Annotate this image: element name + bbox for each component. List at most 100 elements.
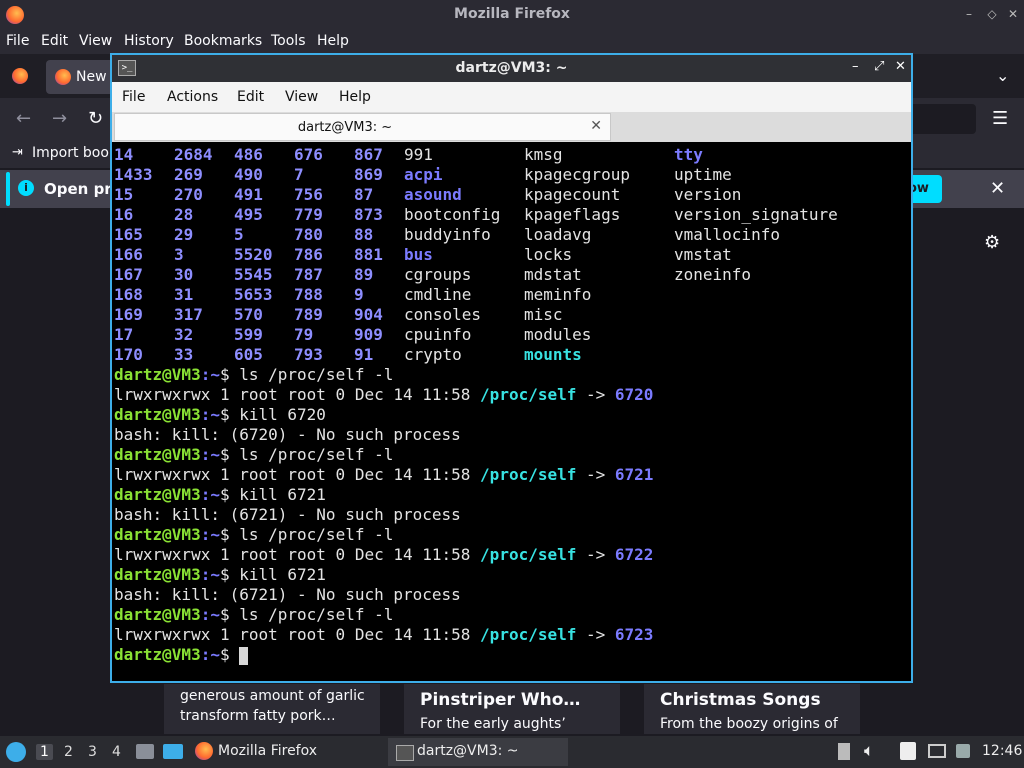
- file-manager-icon[interactable]: [136, 744, 154, 759]
- minimize-icon[interactable]: –: [852, 59, 859, 74]
- term-menu-edit[interactable]: Edit: [237, 89, 264, 105]
- story-card-2[interactable]: Pinstriper Who… For the early aughts’: [404, 684, 620, 734]
- desktop-icon[interactable]: [163, 744, 183, 759]
- listing-entry: 909: [354, 325, 383, 344]
- prompt-path: :~: [200, 365, 220, 384]
- term-menu-help[interactable]: Help: [339, 89, 371, 105]
- menu-tools[interactable]: Tools: [271, 33, 306, 49]
- menu-file[interactable]: File: [6, 33, 29, 49]
- info-icon: i: [18, 180, 34, 196]
- term-menu-actions[interactable]: Actions: [167, 89, 218, 105]
- menu-help[interactable]: Help: [317, 33, 349, 49]
- listing-entry: 789: [294, 305, 323, 324]
- listing-entry: buddyinfo: [404, 225, 491, 244]
- listing-entry: uptime: [674, 165, 732, 184]
- term-menu-view[interactable]: View: [285, 89, 318, 105]
- workspace-1[interactable]: 1: [36, 744, 53, 760]
- symlink-target: 6722: [614, 545, 654, 564]
- app-launcher-icon[interactable]: [6, 742, 26, 762]
- listing-entry: 491: [234, 185, 263, 204]
- listing-entry: 16: [114, 205, 134, 224]
- prompt-line: dartz@VM3:~$ ls /proc/self -l: [114, 365, 909, 385]
- listing-row: 166 3 5520 786 881 bus locks vmstat: [114, 245, 909, 265]
- prompt-line: dartz@VM3:~$ kill 6721: [114, 485, 909, 505]
- listing-entry: 486: [234, 145, 263, 164]
- menu-edit[interactable]: Edit: [41, 33, 68, 49]
- prompt-command: $ kill 6721: [219, 485, 326, 504]
- firefox-titlebar: Mozilla Firefox – ◇ ✕: [0, 0, 1024, 30]
- terminal-titlebar: >_ dartz@VM3: ~ – ⤢ ✕: [112, 55, 911, 82]
- listing-entry: 3: [174, 245, 184, 264]
- prompt-path: :~: [200, 485, 220, 504]
- listing-entry: 5545: [234, 265, 273, 284]
- ls-metadata: lrwxrwxrwx 1 root root 0 Dec 14 11:58: [114, 545, 481, 564]
- list-all-tabs-icon[interactable]: ⌄: [996, 66, 1009, 85]
- network-icon[interactable]: [928, 744, 946, 758]
- error-text: bash: kill: (6721) - No such process: [114, 585, 461, 604]
- settings-gear-icon[interactable]: ⚙: [984, 232, 1000, 253]
- listing-row: 169 317 570 789 904 consoles misc: [114, 305, 909, 325]
- listing-entry: 676: [294, 145, 323, 164]
- listing-entry: 317: [174, 305, 203, 324]
- listing-entry: 5653: [234, 285, 273, 304]
- listing-entry: 169: [114, 305, 143, 324]
- volume-icon[interactable]: 🔈︎: [864, 741, 874, 761]
- reload-icon[interactable]: ↻: [88, 108, 103, 129]
- maximize-icon[interactable]: ⤢: [874, 59, 884, 74]
- app-menu-icon[interactable]: ☰: [992, 108, 1008, 129]
- story-card-1[interactable]: generous amount of garlic transform fatt…: [164, 684, 380, 734]
- story-card-3[interactable]: Christmas Songs From the boozy origins o…: [644, 684, 860, 734]
- maximize-icon[interactable]: ◇: [985, 7, 999, 21]
- listing-entry: mounts: [524, 345, 582, 364]
- clock: 12:46: [982, 743, 1023, 759]
- listing-entry: cmdline: [404, 285, 472, 304]
- prompt-line: dartz@VM3:~$ ls /proc/self -l: [114, 445, 909, 465]
- updates-icon[interactable]: [956, 744, 970, 758]
- close-icon[interactable]: ✕: [1006, 7, 1020, 21]
- terminal-output[interactable]: 14 2684 486 676 867 991 kmsg tty 1433 269 490 7 869 a…: [114, 145, 909, 681]
- story-card-line: For the early aughts’: [420, 716, 566, 732]
- tab-close-icon[interactable]: ✕: [590, 118, 602, 134]
- listing-entry: kpagecount: [524, 185, 621, 204]
- listing-entry: 79: [294, 325, 314, 344]
- error-text: bash: kill: (6720) - No such process: [114, 425, 461, 444]
- symlink-target: 6723: [614, 625, 654, 644]
- listing-entry: 793: [294, 345, 323, 364]
- listing-entry: 495: [234, 205, 263, 224]
- workspace-3[interactable]: 3: [88, 744, 97, 760]
- forward-icon[interactable]: →: [52, 108, 67, 129]
- term-menu-file[interactable]: File: [122, 89, 145, 105]
- firefox-view-icon[interactable]: [12, 68, 28, 84]
- text-cursor: [239, 646, 249, 665]
- prompt-path: :~: [200, 565, 220, 584]
- import-bookmarks-link[interactable]: Import book: [32, 145, 117, 161]
- notes-icon[interactable]: [900, 742, 916, 760]
- workspace-2[interactable]: 2: [64, 744, 73, 760]
- taskbar-terminal-button[interactable]: dartz@VM3: ~: [388, 738, 568, 766]
- prompt-path: :~: [200, 445, 220, 464]
- listing-entry: bootconfig: [404, 205, 501, 224]
- taskbar-firefox[interactable]: Mozilla Firefox: [218, 743, 317, 759]
- infobar-close-icon[interactable]: ✕: [990, 178, 1005, 199]
- ls-output: lrwxrwxrwx 1 root root 0 Dec 14 11:58 /p…: [114, 385, 909, 405]
- listing-entry: consoles: [404, 305, 482, 324]
- listing-entry: 873: [354, 205, 383, 224]
- prompt-user: dartz@VM3: [114, 645, 201, 664]
- listing-entry: 29: [174, 225, 194, 244]
- terminal-tab[interactable]: dartz@VM3: ~ ✕: [114, 113, 611, 141]
- listing-entry: 270: [174, 185, 203, 204]
- prompt-path: :~: [200, 405, 220, 424]
- close-icon[interactable]: ✕: [895, 59, 906, 74]
- workspace-4[interactable]: 4: [112, 744, 121, 760]
- clipboard-icon[interactable]: [838, 743, 850, 760]
- minimize-icon[interactable]: –: [962, 7, 976, 21]
- back-icon[interactable]: ←: [16, 108, 31, 129]
- listing-entry: 570: [234, 305, 263, 324]
- menu-history[interactable]: History: [124, 33, 174, 49]
- prompt-user: dartz@VM3: [114, 485, 201, 504]
- listing-entry: 30: [174, 265, 194, 284]
- story-card-line: generous amount of garlic: [180, 688, 365, 704]
- prompt-user: dartz@VM3: [114, 365, 201, 384]
- menu-bookmarks[interactable]: Bookmarks: [184, 33, 262, 49]
- menu-view[interactable]: View: [79, 33, 112, 49]
